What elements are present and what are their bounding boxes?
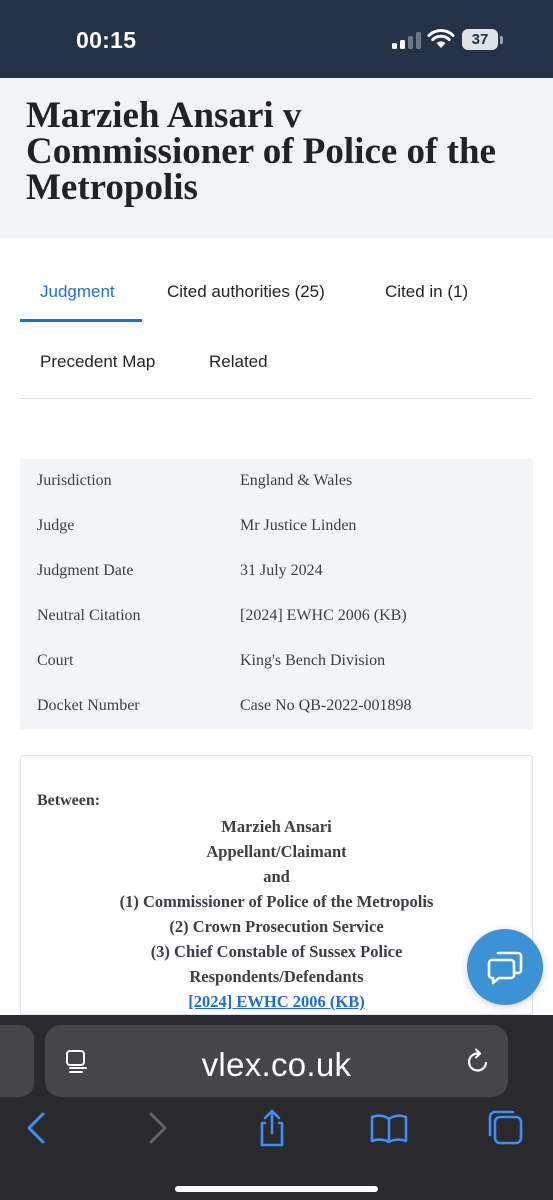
metadata-row-judge: Judge Mr Justice Linden [20, 504, 533, 549]
battery-icon: 37 [462, 29, 498, 50]
home-indicator [175, 1186, 378, 1192]
metadata-key: Judge [37, 517, 75, 534]
chat-bubbles-icon [487, 951, 523, 985]
metadata-value: King's Bench Division [240, 652, 386, 669]
status-bar: 00:15 37 [0, 0, 553, 78]
citation-line: [2024] EWHC 2006 (KB) [21, 992, 532, 1012]
tab-cited-authorities[interactable]: Cited authorities (25) [167, 282, 325, 302]
chat-button[interactable] [467, 929, 543, 1005]
active-tab-indicator [20, 319, 142, 322]
metadata-key: Court [37, 652, 74, 669]
forward-icon[interactable] [136, 1108, 176, 1148]
tab-cited-in[interactable]: Cited in (1) [385, 282, 468, 302]
citation-link[interactable]: [2024] EWHC 2006 (KB) [188, 992, 364, 1011]
tab-precedent-map[interactable]: Precedent Map [40, 352, 155, 372]
party-and: and [263, 867, 290, 886]
tabs-divider [20, 398, 533, 399]
metadata-key: Neutral Citation [37, 607, 141, 624]
metadata-row-jurisdiction: Jurisdiction England & Wales [20, 459, 533, 504]
party-respondent-1: (1) Commissioner of Police of the Metrop… [119, 892, 434, 911]
cellular-signal-icon [392, 32, 422, 49]
party-respondent-role: Respondents/Defendants [189, 967, 364, 986]
wifi-icon [427, 29, 455, 48]
metadata-row-judgment-date: Judgment Date 31 July 2024 [20, 549, 533, 594]
tabs-icon[interactable] [486, 1108, 526, 1148]
url-text[interactable]: vlex.co.uk [45, 1046, 508, 1084]
status-time: 00:15 [76, 27, 137, 53]
metadata-key: Jurisdiction [37, 472, 112, 489]
metadata-table: Jurisdiction England & Wales Judge Mr Ju… [20, 459, 533, 729]
party-claimant-name: Marzieh Ansari [221, 817, 332, 836]
judgment-card: Between: Marzieh Ansari Appellant/Claima… [20, 755, 533, 1015]
party-respondent-3: (3) Chief Constable of Sussex Police [150, 942, 403, 961]
metadata-key: Docket Number [37, 697, 140, 714]
metadata-row-docket-number: Docket Number Case No QB-2022-001898 [20, 684, 533, 729]
tab-judgment[interactable]: Judgment [40, 282, 115, 302]
share-icon[interactable] [252, 1108, 292, 1148]
address-bar[interactable]: vlex.co.uk [45, 1025, 508, 1097]
metadata-value: [2024] EWHC 2006 (KB) [240, 607, 407, 624]
previous-tab-preview[interactable] [0, 1025, 34, 1097]
metadata-value: England & Wales [240, 472, 353, 489]
page-title: Marzieh Ansari v Commissioner of Police … [26, 95, 496, 208]
metadata-row-court: Court King's Bench Division [20, 639, 533, 684]
between-label: Between: [37, 792, 101, 809]
reload-icon[interactable] [465, 1047, 491, 1075]
metadata-value: Case No QB-2022-001898 [240, 697, 412, 714]
battery-nub [500, 36, 503, 44]
party-claimant-role: Appellant/Claimant [206, 842, 347, 861]
back-icon[interactable] [18, 1108, 58, 1148]
party-respondent-2: (2) Crown Prosecution Service [169, 917, 384, 936]
metadata-key: Judgment Date [37, 562, 134, 579]
metadata-row-neutral-citation: Neutral Citation [2024] EWHC 2006 (KB) [20, 594, 533, 639]
metadata-value: Mr Justice Linden [240, 517, 357, 534]
metadata-value: 31 July 2024 [240, 562, 323, 579]
bookmarks-icon[interactable] [369, 1108, 409, 1148]
tab-related[interactable]: Related [209, 352, 268, 372]
